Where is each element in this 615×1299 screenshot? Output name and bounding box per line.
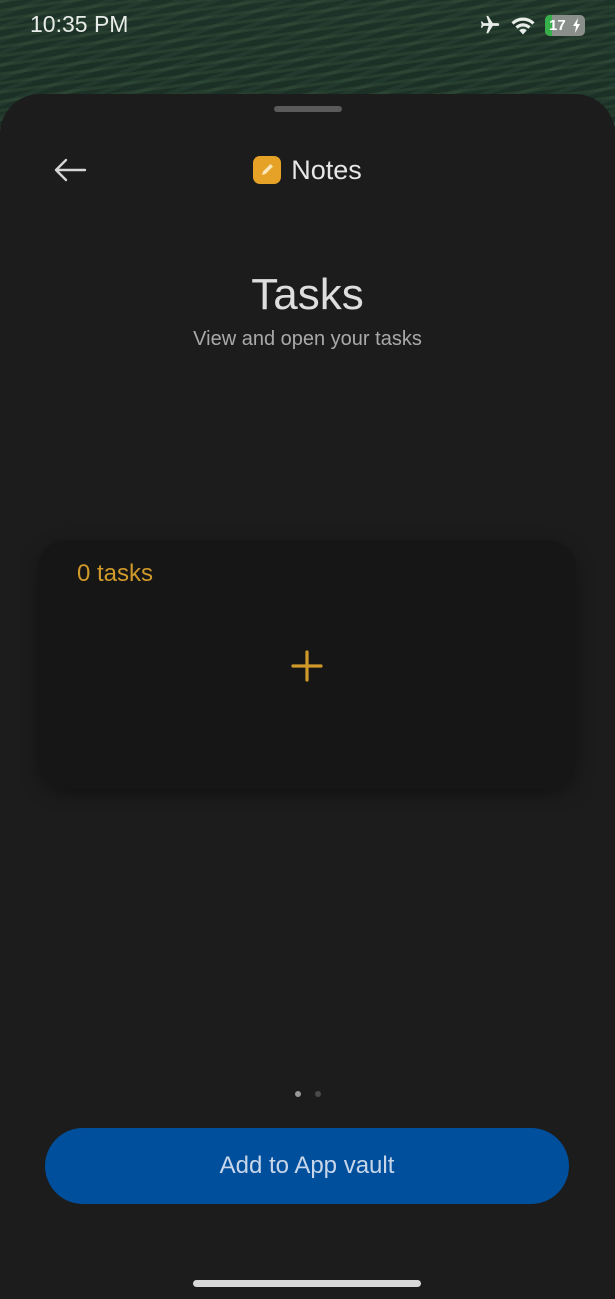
add-to-app-vault-button[interactable]: Add to App vault xyxy=(45,1128,569,1204)
page-indicator xyxy=(0,1091,615,1097)
charging-bolt-icon xyxy=(573,17,580,33)
screen: 10:35 PM 17 Notes Tasks View and open yo… xyxy=(0,0,615,1299)
task-count: 0 tasks xyxy=(77,560,154,587)
wifi-icon xyxy=(509,14,537,36)
status-icons: 17 xyxy=(479,13,585,37)
status-bar: 10:35 PM 17 xyxy=(0,0,615,52)
page-dot-2[interactable] xyxy=(314,1091,321,1097)
plus-icon xyxy=(291,650,323,682)
page-dot-1[interactable] xyxy=(294,1091,301,1097)
add-task-button[interactable] xyxy=(287,646,327,686)
widget-subtitle: View and open your tasks xyxy=(193,328,422,350)
sheet-grabber[interactable] xyxy=(273,106,342,112)
home-indicator[interactable] xyxy=(193,1280,421,1287)
battery-charging-icon: 17 xyxy=(545,14,585,36)
widget-sheet: Notes Tasks View and open your tasks 0 t… xyxy=(0,94,615,1299)
tasks-widget-card[interactable]: 0 tasks xyxy=(38,540,576,788)
airplane-mode-icon xyxy=(479,14,501,36)
app-name: Notes xyxy=(291,154,362,185)
widget-title: Tasks xyxy=(251,270,364,319)
status-time: 10:35 PM xyxy=(30,11,129,37)
notes-pencil-icon xyxy=(253,156,282,184)
app-header: Notes xyxy=(0,150,615,190)
